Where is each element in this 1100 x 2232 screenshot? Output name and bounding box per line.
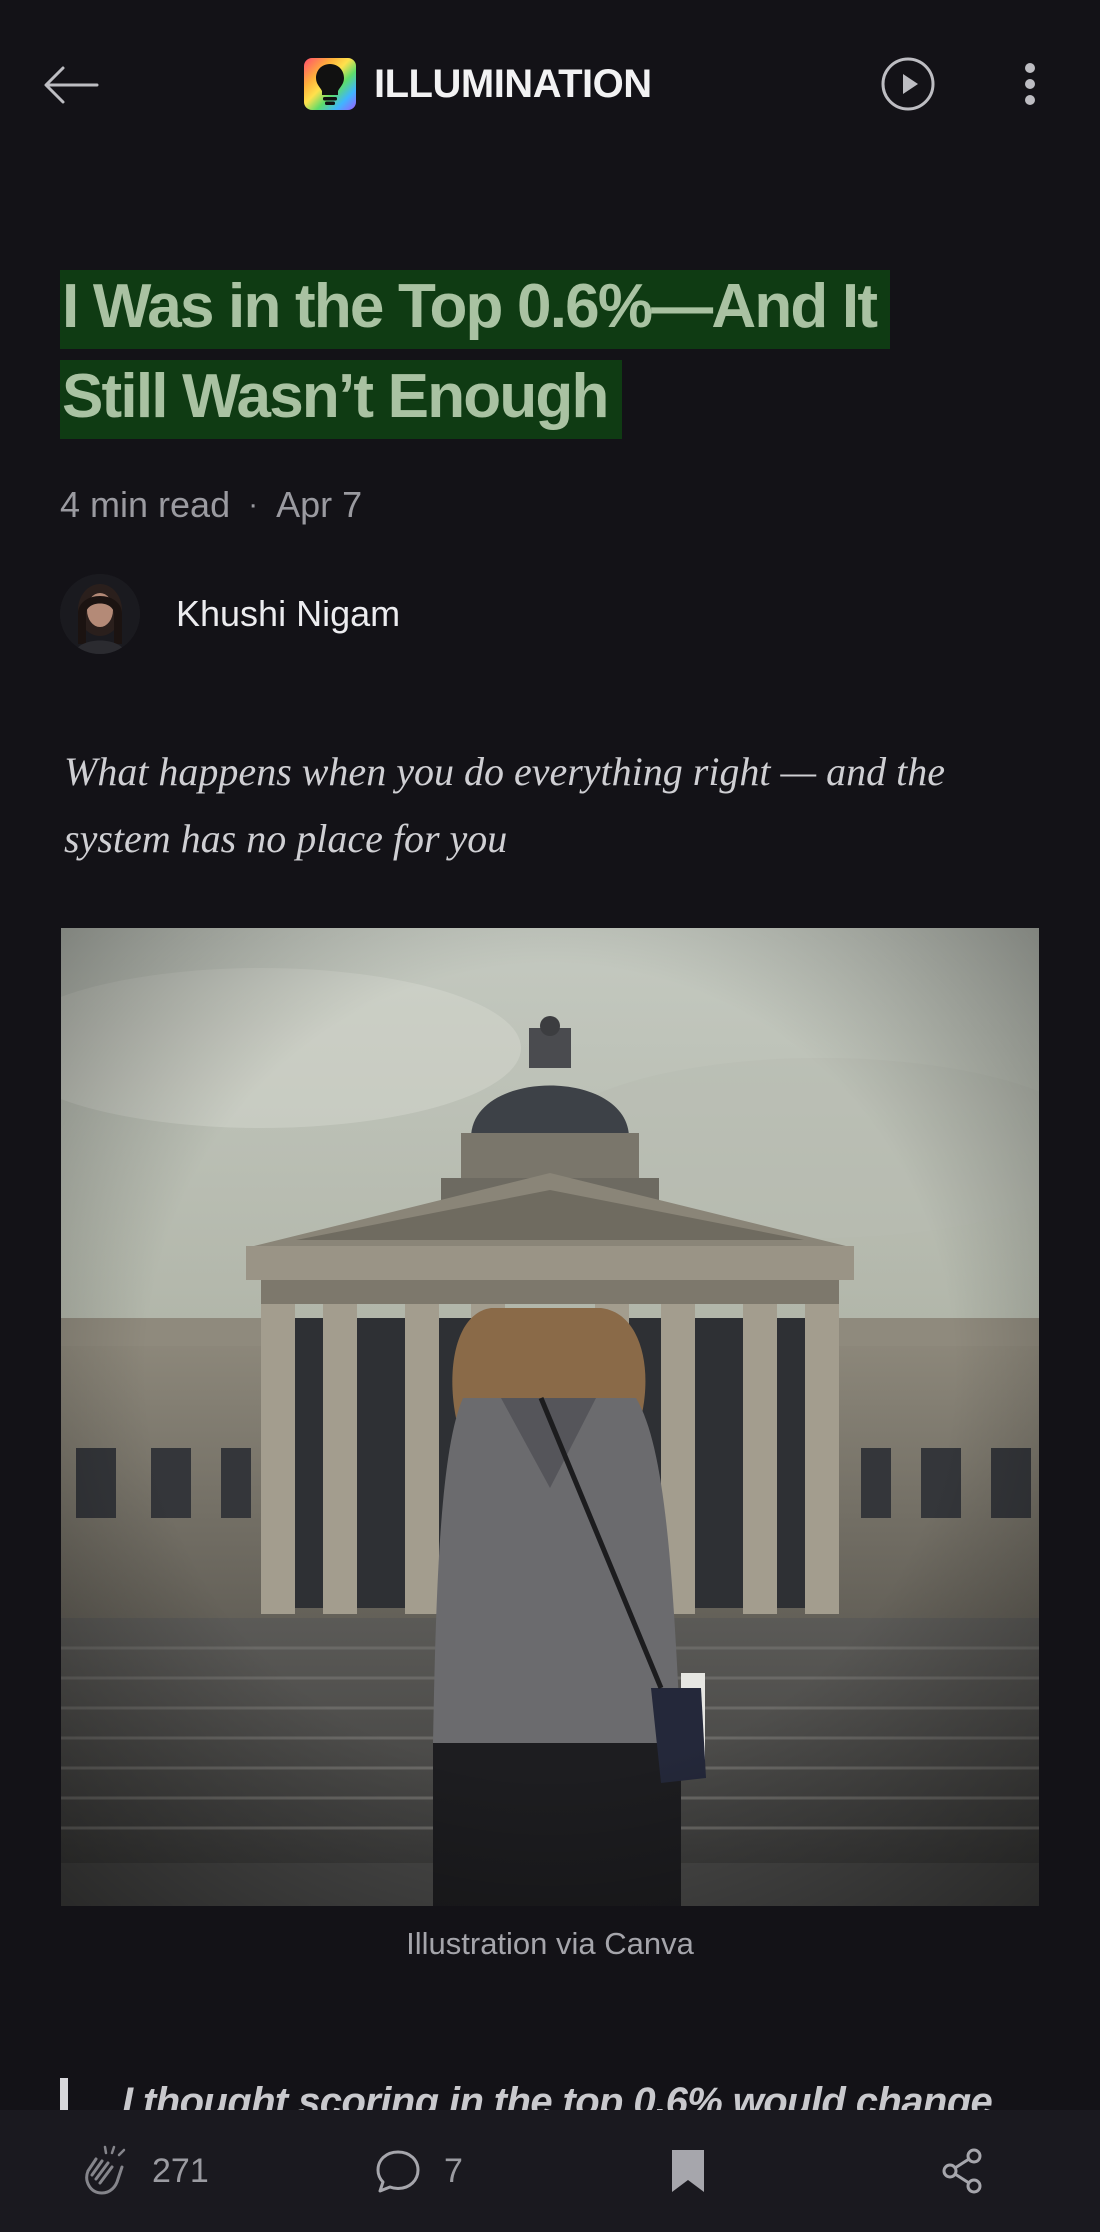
- more-options-button[interactable]: [1010, 56, 1050, 112]
- clap-count: 271: [152, 2151, 209, 2190]
- avatar-image: [60, 574, 140, 654]
- publication-header[interactable]: ILLUMINATION: [304, 56, 652, 112]
- comment-count: 7: [444, 2151, 463, 2190]
- play-circle-icon: [881, 57, 935, 111]
- article-subtitle: What happens when you do everything righ…: [64, 749, 945, 861]
- more-vertical-icon: [1025, 63, 1035, 105]
- share-button[interactable]: [940, 2110, 986, 2232]
- share-icon: [942, 2148, 982, 2194]
- read-time: 4 min read: [60, 484, 231, 525]
- clap-button[interactable]: 271: [78, 2110, 209, 2232]
- building-illustration: [61, 928, 1039, 1906]
- title-line-2: Still Wasn’t Enough: [60, 360, 622, 439]
- back-button[interactable]: [38, 52, 104, 118]
- publish-date: Apr 7: [276, 484, 363, 525]
- bookmark-button[interactable]: [668, 2110, 708, 2232]
- meta-separator: ·: [248, 488, 259, 521]
- bookmark-icon: [672, 2150, 704, 2192]
- image-caption: Illustration via Canva: [406, 1926, 694, 1961]
- comment-icon: [376, 2150, 420, 2193]
- hero-image[interactable]: [61, 928, 1039, 1906]
- title-line-1: I Was in the Top 0.6%—And It: [60, 270, 891, 349]
- lightbulb-icon: [316, 64, 344, 105]
- bottom-action-bar: 271 7: [0, 2110, 1100, 2232]
- comment-button[interactable]: 7: [374, 2110, 463, 2232]
- clap-icon: [85, 2145, 126, 2195]
- arrow-left-icon: [44, 66, 99, 104]
- author-name[interactable]: Khushi Nigam: [176, 593, 400, 635]
- article-title: I Was in the Top 0.6%—And It Still Wasn’…: [60, 262, 1050, 442]
- article-meta: 4 min read · Apr 7: [60, 484, 362, 526]
- top-bar: ILLUMINATION: [0, 0, 1100, 170]
- publication-logo: [304, 58, 356, 110]
- author-avatar[interactable]: [60, 574, 140, 654]
- listen-button[interactable]: [880, 56, 936, 112]
- author-row[interactable]: Khushi Nigam: [60, 574, 400, 654]
- publication-name: ILLUMINATION: [374, 61, 652, 106]
- article-page: ILLUMINATION I Was in the Top 0.6%—And I…: [0, 0, 1100, 2232]
